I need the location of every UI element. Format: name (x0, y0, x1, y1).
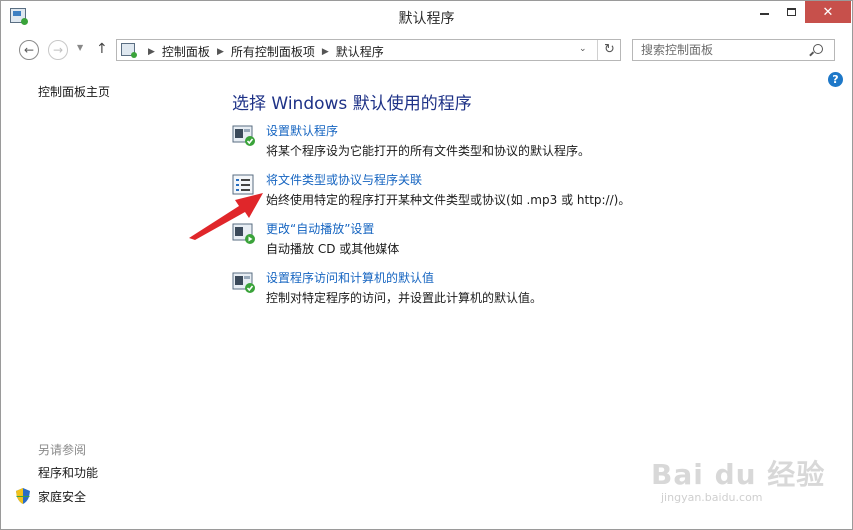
search-box[interactable] (632, 39, 835, 61)
title-bar[interactable]: 默认程序 ✕ (1, 1, 852, 32)
up-button[interactable]: ↑ (96, 41, 108, 57)
breadcrumb-item-control-panel[interactable]: 控制面板 (162, 43, 210, 60)
page-title: 选择 Windows 默认使用的程序 (232, 94, 472, 114)
autoplay-settings-link[interactable]: 更改“自动播放”设置 (266, 220, 374, 237)
programs-and-features-link[interactable]: 程序和功能 (38, 464, 98, 481)
set-default-programs-link[interactable]: 设置默认程序 (266, 122, 338, 139)
file-association-description: 始终使用特定的程序打开某种文件类型或协议(如 .mp3 或 http://)。 (266, 193, 631, 207)
window-title: 默认程序 (398, 11, 455, 27)
minimize-icon (760, 13, 769, 15)
see-also-label: 另请参阅 (38, 443, 87, 457)
breadcrumb-separator-icon[interactable]: ▶ (322, 47, 329, 57)
baidu-watermark: Bai du 经验 jingyan.baidu.com (643, 453, 824, 523)
control-panel-location-icon (121, 43, 137, 58)
close-button[interactable]: ✕ (805, 1, 851, 23)
address-dropdown-chevron-icon[interactable]: ⌄ (579, 44, 587, 54)
breadcrumb-separator-icon[interactable]: ▶ (148, 47, 155, 57)
refresh-button[interactable]: ↻ (597, 40, 621, 60)
default-programs-icon[interactable] (232, 125, 256, 147)
file-association-link[interactable]: 将文件类型或协议与程序关联 (266, 171, 422, 188)
back-arrow-icon: ← (23, 43, 35, 57)
family-safety-link[interactable]: 家庭安全 (38, 488, 86, 505)
help-icon[interactable]: ? (828, 72, 843, 87)
navigation-bar: ← → ▼ ↑ ▶ 控制面板 ▶ 所有控制面板项 ▶ 默认程序 ⌄ ↻ (1, 32, 852, 68)
control-panel-window: 默认程序 ✕ ← → ▼ ↑ ▶ 控制面板 ▶ 所有控制面板项 ▶ 默认程序 ⌄… (0, 0, 853, 530)
search-input[interactable] (633, 40, 808, 60)
program-access-icon[interactable] (232, 272, 256, 294)
breadcrumb: ▶ 控制面板 ▶ 所有控制面板项 ▶ 默认程序 (141, 43, 384, 60)
close-icon: ✕ (822, 4, 834, 20)
address-bar[interactable]: ▶ 控制面板 ▶ 所有控制面板项 ▶ 默认程序 ⌄ ↻ (116, 39, 621, 61)
shield-icon (16, 488, 30, 504)
minimize-button[interactable] (751, 1, 778, 23)
recent-locations-chevron-icon[interactable]: ▼ (77, 43, 83, 52)
forward-arrow-icon: → (52, 43, 64, 57)
annotation-arrow-icon (189, 193, 263, 240)
baidu-watermark-logo: Bai du 经验 (651, 458, 826, 491)
breadcrumb-separator-icon[interactable]: ▶ (217, 47, 224, 57)
maximize-button[interactable] (778, 1, 805, 23)
baidu-watermark-url: jingyan.baidu.com (661, 491, 763, 504)
set-default-programs-description: 将某个程序设为它能打开的所有文件类型和协议的默认程序。 (266, 144, 591, 158)
breadcrumb-item-default-programs[interactable]: 默认程序 (336, 43, 384, 60)
breadcrumb-item-all-items[interactable]: 所有控制面板项 (231, 43, 315, 60)
autoplay-description: 自动播放 CD 或其他媒体 (266, 242, 400, 256)
control-panel-home-link[interactable]: 控制面板主页 (38, 83, 110, 100)
search-icon[interactable] (813, 44, 823, 54)
program-access-description: 控制对特定程序的访问，并设置此计算机的默认值。 (266, 291, 543, 305)
program-access-link[interactable]: 设置程序访问和计算机的默认值 (266, 269, 434, 286)
maximize-icon (787, 8, 796, 16)
back-button[interactable]: ← (19, 40, 39, 60)
forward-button[interactable]: → (48, 40, 68, 60)
